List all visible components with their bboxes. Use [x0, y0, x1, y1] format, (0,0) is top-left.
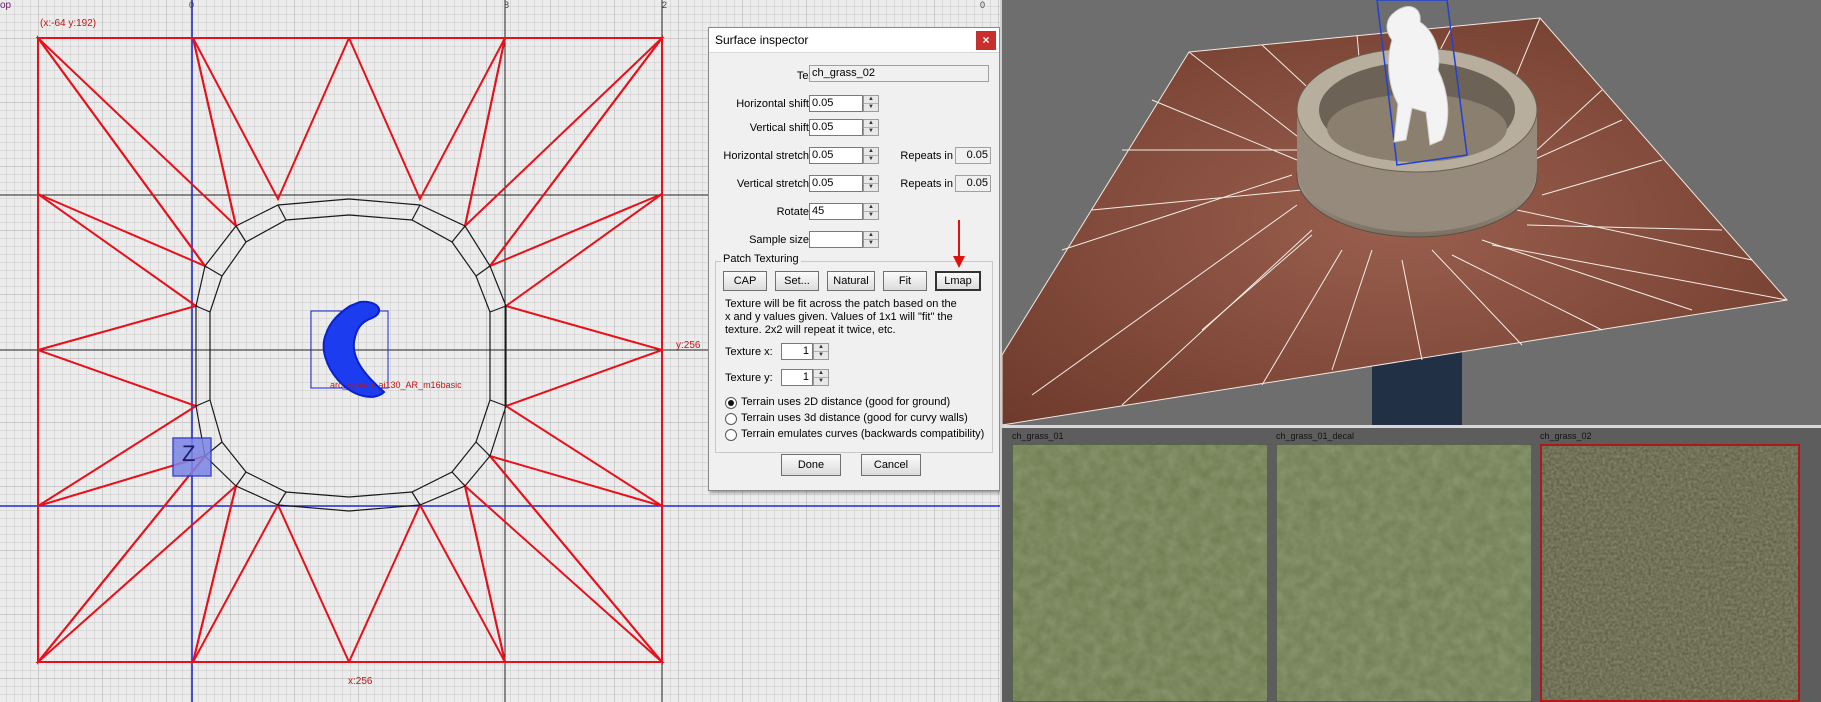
- texture-y-input[interactable]: 1: [781, 369, 813, 386]
- annotation-arrow-icon: [953, 220, 965, 268]
- vertical-shift-label: Vertical shift: [749, 122, 809, 134]
- texture-tile-ch-grass-02[interactable]: [1540, 444, 1800, 702]
- sample-size-input[interactable]: [809, 231, 863, 248]
- radio-emulate-curves[interactable]: [725, 429, 737, 441]
- repeats-in-h-field[interactable]: 0.05: [955, 147, 991, 164]
- vertical-stretch-label: Vertical stretch: [736, 178, 809, 190]
- cursor-coords: (x:-64 y:192): [40, 18, 97, 29]
- cap-button[interactable]: CAP: [723, 271, 767, 291]
- rotate-input[interactable]: 45: [809, 203, 863, 220]
- repeats-in-v-label: Repeats in: [900, 178, 953, 190]
- dialog-titlebar[interactable]: Surface inspector ×: [709, 28, 999, 53]
- texture-x-spinner[interactable]: ▲ ▼: [813, 343, 829, 360]
- patch-texturing-title: Patch Texturing: [721, 253, 801, 265]
- set-button[interactable]: Set...: [775, 271, 819, 291]
- vertical-shift-spinner[interactable]: ▲ ▼: [863, 119, 879, 136]
- entity-name-label: arc_spawn_ai130_AR_m16basic: [330, 380, 462, 390]
- horizontal-shift-label: Horizontal shift: [736, 98, 809, 110]
- done-button[interactable]: Done: [781, 454, 841, 476]
- natural-button[interactable]: Natural: [827, 271, 875, 291]
- texture-name-field[interactable]: ch_grass_02: [809, 65, 989, 82]
- vertical-shift-input[interactable]: 0.05: [809, 119, 863, 136]
- radio-3d-distance-label: Terrain uses 3d distance (good for curvy…: [741, 412, 968, 424]
- texture-tile-ch-grass-01[interactable]: [1012, 444, 1268, 702]
- close-button[interactable]: ×: [976, 31, 996, 50]
- repeats-in-h-label: Repeats in: [900, 150, 953, 162]
- texture-browser: ch_grass_01 ch_grass_01_decal ch_grass_0…: [1002, 428, 1821, 702]
- viewport-3d[interactable]: [1002, 0, 1821, 425]
- radio-emulate-curves-label: Terrain emulates curves (backwards compa…: [741, 428, 985, 440]
- horizontal-shift-input[interactable]: 0.05: [809, 95, 863, 112]
- x-measure-label: x:256: [348, 676, 373, 687]
- view-name-label: op: [0, 0, 12, 11]
- horizontal-stretch-label: Horizontal stretch: [723, 150, 809, 162]
- ruler-number-3: 2: [662, 0, 668, 10]
- fit-button[interactable]: Fit: [883, 271, 927, 291]
- vertical-stretch-input[interactable]: 0.05: [809, 175, 863, 192]
- repeats-in-v-field[interactable]: 0.05: [955, 175, 991, 192]
- gizmo-z-label: Z: [182, 441, 196, 466]
- help-line-3: texture. 2x2 will repeat it twice, etc.: [725, 324, 896, 336]
- horizontal-stretch-input[interactable]: 0.05: [809, 147, 863, 164]
- texture-y-spinner[interactable]: ▲ ▼: [813, 369, 829, 386]
- rotate-label: Rotate: [776, 206, 809, 218]
- radio-2d-distance-label: Terrain uses 2D distance (good for groun…: [741, 396, 951, 408]
- texture-x-label: Texture x:: [725, 346, 773, 358]
- radio-3d-distance[interactable]: [725, 413, 737, 425]
- sample-size-label: Sample size: [749, 234, 809, 246]
- radio-2d-distance[interactable]: [725, 397, 737, 409]
- horizontal-shift-spinner[interactable]: ▲ ▼: [863, 95, 879, 112]
- scene-3d[interactable]: [1002, 0, 1821, 425]
- texture-y-label: Texture y:: [725, 372, 773, 384]
- ruler-number-4: 0: [980, 0, 986, 10]
- patch-help-text: Texture will be fit across the patch bas…: [725, 298, 987, 337]
- texture-name-1: ch_grass_01: [1012, 431, 1064, 441]
- y-measure-label: y:256: [676, 340, 701, 351]
- dialog-title: Surface inspector: [715, 33, 809, 47]
- surface-inspector-dialog: Surface inspector × Texture ch_grass_02 …: [708, 27, 1000, 491]
- cancel-button[interactable]: Cancel: [861, 454, 921, 476]
- rotate-spinner[interactable]: ▲ ▼: [863, 203, 879, 220]
- texture-x-input[interactable]: 1: [781, 343, 813, 360]
- texture-name-2: ch_grass_01_decal: [1276, 431, 1355, 441]
- horizontal-stretch-spinner[interactable]: ▲ ▼: [863, 147, 879, 164]
- lmap-button[interactable]: Lmap: [935, 271, 981, 291]
- help-line-1: Texture will be fit across the patch bas…: [725, 298, 957, 310]
- help-line-2: x and y values given. Values of 1x1 will…: [725, 311, 953, 323]
- texture-tile-ch-grass-01-decal[interactable]: [1276, 444, 1532, 702]
- vertical-stretch-spinner[interactable]: ▲ ▼: [863, 175, 879, 192]
- ruler-number-2: 8: [504, 0, 510, 10]
- ruler-number-1: 0: [189, 0, 195, 10]
- texture-name-3: ch_grass_02: [1540, 431, 1592, 441]
- sample-size-spinner[interactable]: ▲ ▼: [863, 231, 879, 248]
